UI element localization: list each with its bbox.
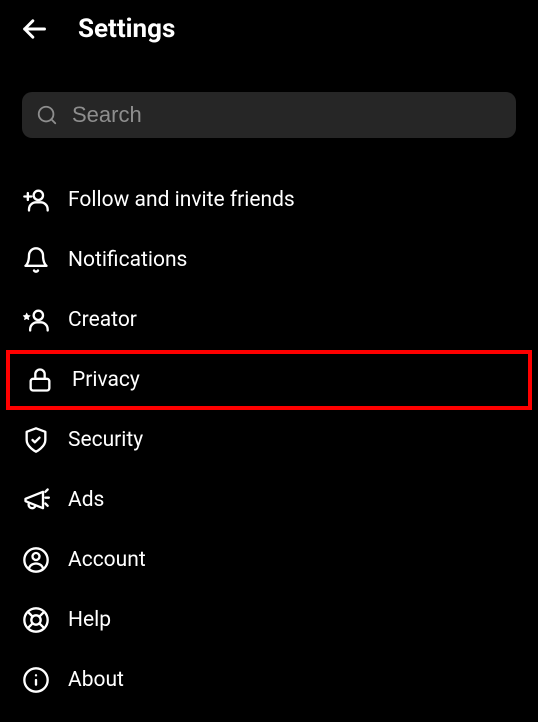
shield-icon [22,426,50,454]
page-title: Settings [78,14,175,44]
lifebuoy-icon [22,606,50,634]
menu-item-about[interactable]: About [0,650,538,710]
arrow-left-icon [20,15,48,43]
lock-icon [26,366,54,394]
menu-item-security[interactable]: Security [0,410,538,470]
menu-item-label: Privacy [72,368,140,392]
menu-item-account[interactable]: Account [0,530,538,590]
bell-icon [22,246,50,274]
menu-item-label: Follow and invite friends [68,188,295,212]
menu-item-label: Account [68,548,146,572]
header: Settings [0,0,538,58]
menu-item-label: Notifications [68,248,187,272]
search-icon [36,104,58,126]
megaphone-icon [22,486,50,514]
search-box[interactable] [22,92,516,138]
menu-item-ads[interactable]: Ads [0,470,538,530]
search-input[interactable] [72,102,502,128]
menu-item-privacy[interactable]: Privacy [6,350,532,410]
menu-item-label: About [68,668,124,692]
star-person-icon [22,306,50,334]
search-container [22,92,516,138]
menu-item-creator[interactable]: Creator [0,290,538,350]
account-icon [22,546,50,574]
info-icon [22,666,50,694]
menu-item-label: Security [68,428,143,452]
add-person-icon [22,186,50,214]
menu-item-notifications[interactable]: Notifications [0,230,538,290]
menu-item-label: Ads [68,488,104,512]
menu-item-follow-invite[interactable]: Follow and invite friends [0,170,538,230]
back-button[interactable] [20,15,48,43]
menu-item-label: Creator [68,308,137,332]
menu-item-help[interactable]: Help [0,590,538,650]
settings-menu: Follow and invite friends Notifications … [0,158,538,722]
menu-item-label: Help [68,608,111,632]
